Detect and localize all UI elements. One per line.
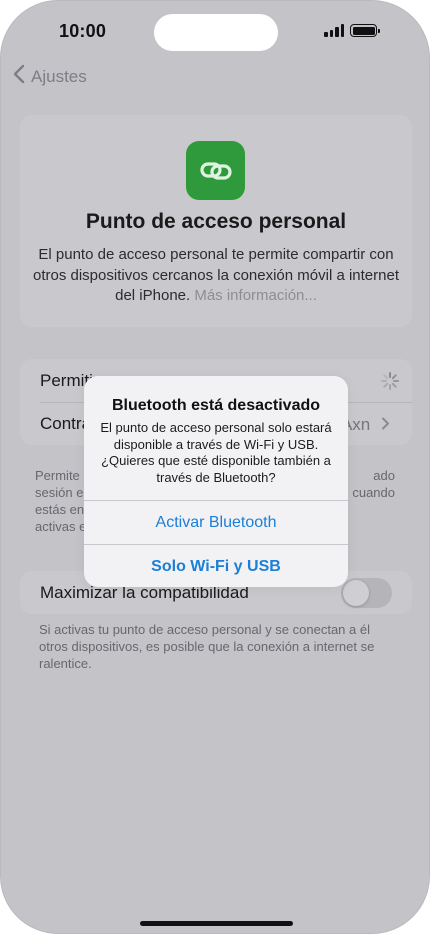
alert-title: Bluetooth está desactivado: [111, 397, 321, 414]
footnote-fragment-right: ado: [373, 468, 395, 483]
footnote-fragment-left: sesión e: [35, 485, 84, 500]
footnote-fragment-left: estás en: [35, 502, 85, 517]
link-chain-icon: [186, 141, 245, 200]
back-label: Ajustes: [31, 67, 87, 86]
bluetooth-alert-dialog: Bluetooth está desactivado El punto de a…: [84, 376, 348, 587]
footnote-fragment-left: activas e: [35, 519, 87, 534]
loading-spinner-icon: [381, 372, 399, 390]
chevron-right-icon: [382, 417, 389, 430]
page-title: Punto de acceso personal: [85, 210, 347, 233]
status-time: 10:00: [59, 21, 107, 41]
maximize-compatibility-toggle[interactable]: [341, 578, 392, 608]
footnote-fragment-left: Permite: [35, 468, 80, 483]
hotspot-header-card: Punto de acceso personal El punto de acc…: [20, 115, 412, 327]
phone-screen: 10:00 Ajustes Punto de acceso personal E…: [0, 0, 430, 934]
home-indicator[interactable]: [140, 921, 293, 926]
chevron-left-icon: [13, 64, 25, 88]
status-icons: [324, 24, 380, 37]
compatibility-footnote: Si activas tu punto de acceso personal y…: [39, 622, 375, 671]
password-value: Axn: [341, 415, 390, 435]
back-button[interactable]: Ajustes: [13, 64, 87, 89]
battery-icon: [350, 24, 380, 37]
wifi-usb-only-button[interactable]: Solo Wi-Fi y USB: [84, 545, 348, 587]
page-description: El punto de acceso personal te permite c…: [32, 245, 400, 307]
footnote-fragment-right: cuando: [352, 485, 395, 500]
alert-message: El punto de acceso personal solo estará …: [100, 420, 332, 485]
more-info-link[interactable]: Más información...: [194, 287, 317, 304]
cellular-signal-icon: [324, 24, 344, 37]
enable-bluetooth-button[interactable]: Activar Bluetooth: [84, 501, 348, 544]
dynamic-island: [154, 14, 278, 51]
